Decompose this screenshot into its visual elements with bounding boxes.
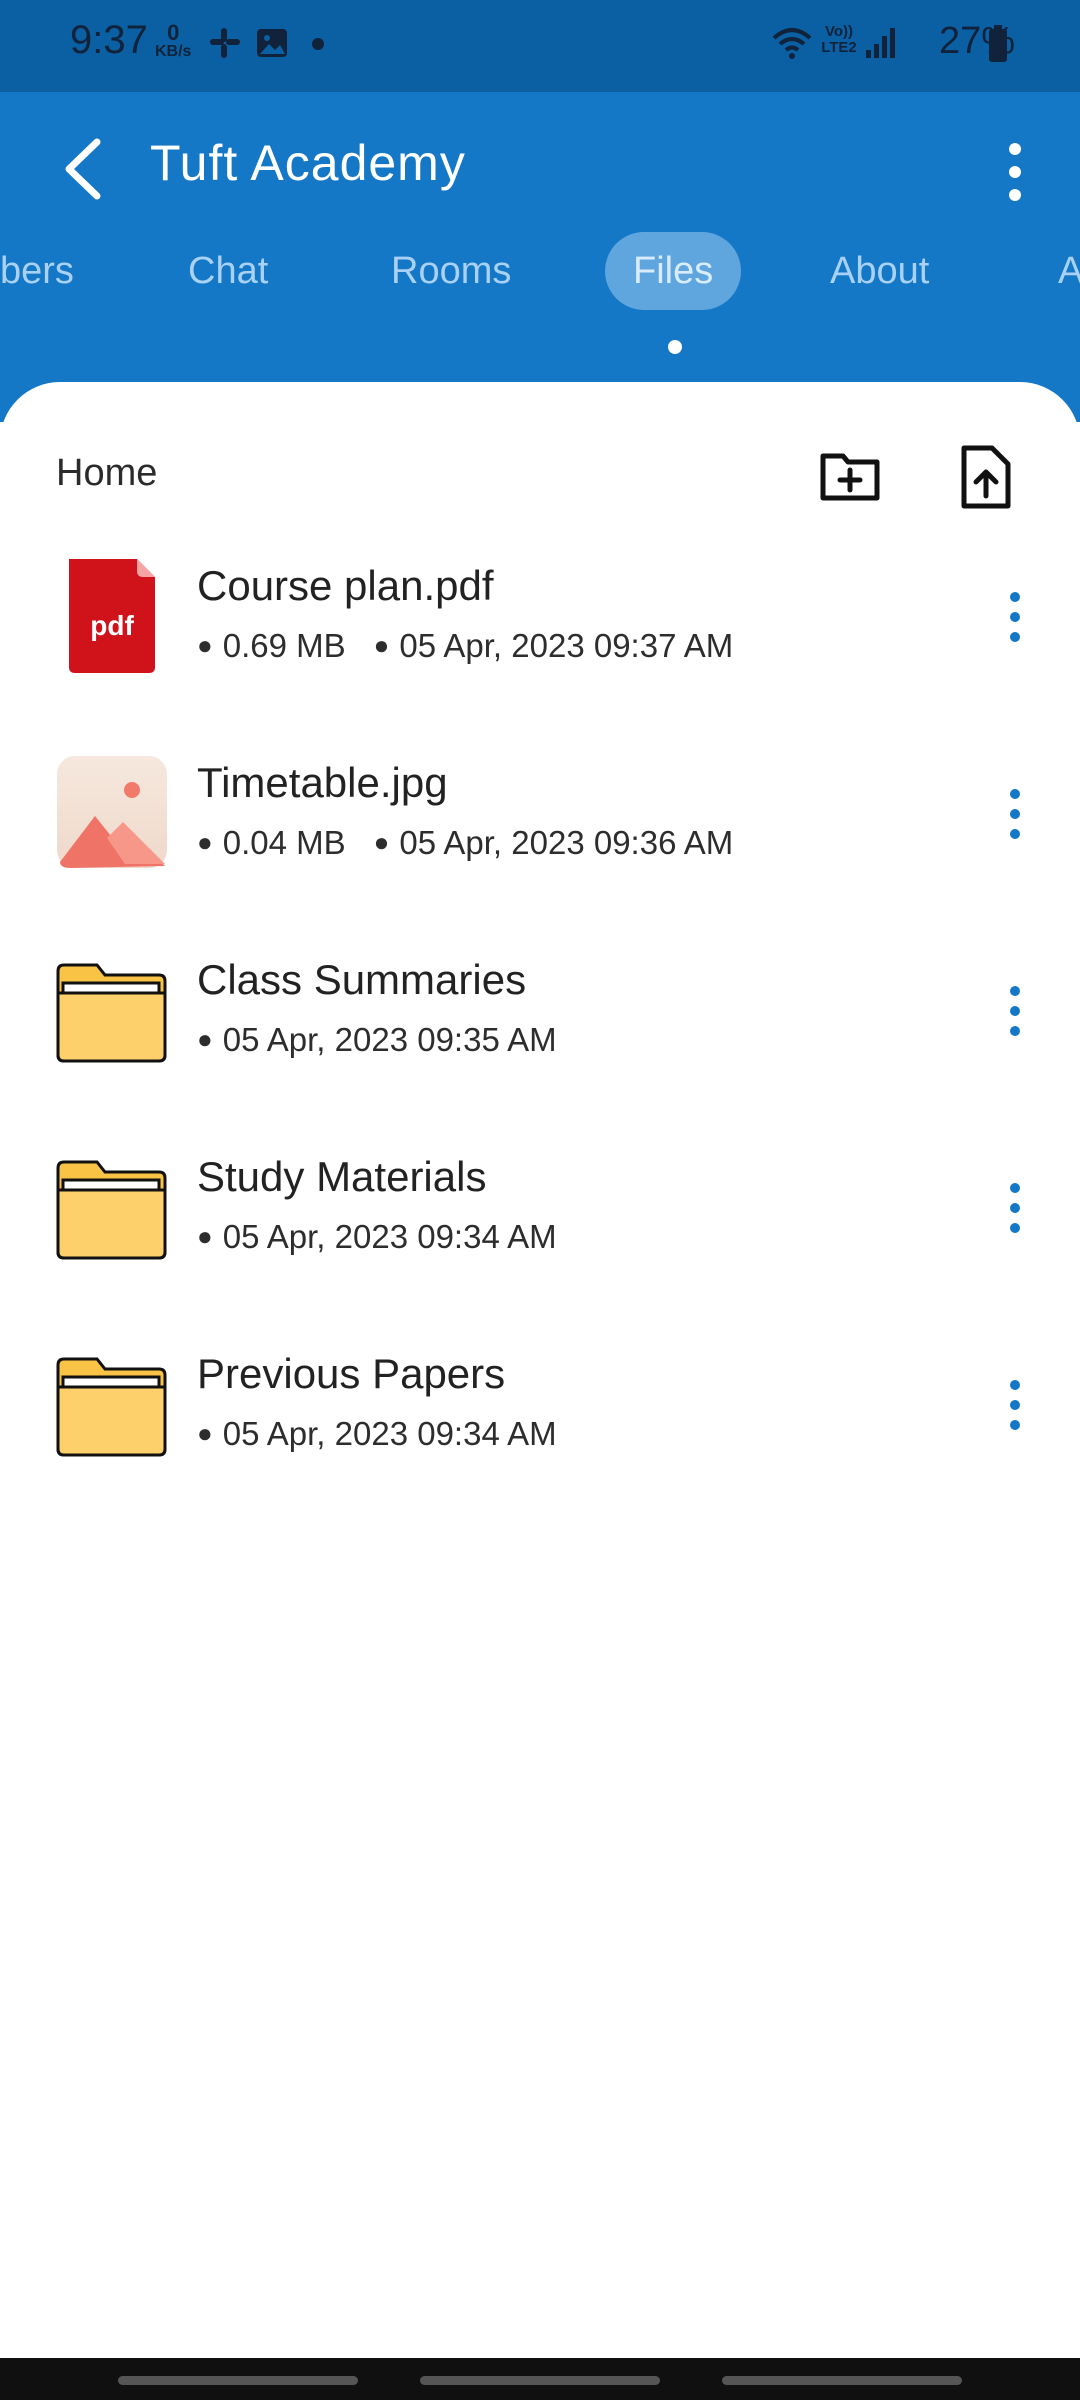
file-row-timetable[interactable]: Timetable.jpg ● 0.04 MB ● 05 Apr, 2023 09:3…	[0, 754, 1080, 951]
file-date: 05 Apr, 2023 09:37 AM	[399, 627, 734, 664]
notification-dot-icon	[312, 38, 324, 50]
system-nav-bar	[0, 2358, 1080, 2400]
tab-overflow[interactable]: A	[1030, 232, 1080, 310]
status-bar: 9:37 0 KB/s Vo)) LTE2 27%	[0, 0, 1080, 92]
status-time: 9:37	[70, 18, 148, 62]
folder-plus-icon[interactable]	[815, 442, 885, 512]
page-title: Tuft Academy	[150, 135, 466, 191]
file-date: 05 Apr, 2023 09:36 AM	[399, 824, 734, 861]
folder-icon	[56, 963, 167, 1063]
files-panel: Home pdf Course plan.pdf ● 0.69 MB ● 05 Apr…	[0, 382, 1080, 2358]
folder-row-class-summaries[interactable]: Class Summaries ● 05 Apr, 2023 09:35 AM	[0, 951, 1080, 1148]
file-list: pdf Course plan.pdf ● 0.69 MB ● 05 Apr, 202…	[0, 557, 1080, 1542]
back-arrow-icon[interactable]	[55, 134, 115, 204]
file-name: Study Materials	[197, 1153, 487, 1200]
file-meta: ● 05 Apr, 2023 09:34 AM	[197, 1415, 557, 1452]
file-date: 05 Apr, 2023 09:35 AM	[222, 1021, 557, 1058]
file-row-course-plan[interactable]: pdf Course plan.pdf ● 0.69 MB ● 05 Apr, 202…	[0, 557, 1080, 754]
network-type-label: Vo)) LTE2	[821, 23, 857, 56]
file-size: 0.04 MB	[222, 824, 346, 861]
network-speed-value: 0	[167, 20, 180, 45]
more-options-icon[interactable]	[1000, 784, 1030, 844]
tab-members[interactable]: bers	[0, 232, 102, 310]
nav-home-button[interactable]	[420, 2376, 660, 2385]
file-date: 05 Apr, 2023 09:34 AM	[222, 1415, 557, 1452]
network-speed: 0 KB/s	[155, 22, 191, 60]
file-upload-icon[interactable]	[950, 442, 1020, 512]
app-header: Tuft Academy bers Chat Rooms Files About…	[0, 92, 1080, 422]
file-size: 0.69 MB	[222, 627, 346, 664]
breadcrumb[interactable]: Home	[56, 452, 157, 495]
tab-files[interactable]: Files	[605, 232, 742, 310]
overflow-menu-icon[interactable]	[1000, 137, 1030, 207]
more-options-icon[interactable]	[1000, 1375, 1030, 1435]
file-meta: ● 0.69 MB ● 05 Apr, 2023 09:37 AM	[197, 627, 734, 664]
pdf-icon-label: pdf	[90, 610, 134, 641]
network-speed-unit: KB/s	[155, 43, 192, 60]
nav-recents-button[interactable]	[118, 2376, 358, 2385]
gallery-icon	[257, 29, 287, 57]
more-options-icon[interactable]	[1000, 1178, 1030, 1238]
file-name: Previous Papers	[197, 1350, 506, 1397]
wifi-icon	[772, 28, 812, 59]
file-name: Course plan.pdf	[197, 562, 494, 609]
nav-back-button[interactable]	[722, 2376, 962, 2385]
pdf-file-icon: pdf	[69, 559, 155, 673]
folder-icon	[56, 1160, 167, 1260]
file-meta: ● 05 Apr, 2023 09:34 AM	[197, 1218, 557, 1255]
tab-about[interactable]: About	[802, 232, 957, 310]
tab-bar: bers Chat Rooms Files About A	[0, 232, 1080, 312]
active-tab-indicator	[668, 340, 682, 354]
file-meta: ● 0.04 MB ● 05 Apr, 2023 09:36 AM	[197, 824, 734, 861]
folder-row-study-materials[interactable]: Study Materials ● 05 Apr, 2023 09:34 AM	[0, 1148, 1080, 1345]
tab-rooms[interactable]: Rooms	[363, 232, 539, 310]
more-options-icon[interactable]	[1000, 587, 1030, 647]
signal-icon	[866, 28, 895, 58]
battery-icon	[989, 25, 1007, 62]
folder-icon	[56, 1357, 167, 1457]
file-date: 05 Apr, 2023 09:34 AM	[222, 1218, 557, 1255]
tab-chat[interactable]: Chat	[160, 232, 296, 310]
more-options-icon[interactable]	[1000, 981, 1030, 1041]
file-name: Timetable.jpg	[197, 759, 448, 806]
folder-row-previous-papers[interactable]: Previous Papers ● 05 Apr, 2023 09:34 AM	[0, 1345, 1080, 1542]
file-meta: ● 05 Apr, 2023 09:35 AM	[197, 1021, 557, 1058]
image-file-icon	[57, 756, 167, 868]
slack-icon	[210, 28, 240, 58]
file-name: Class Summaries	[197, 956, 527, 1003]
